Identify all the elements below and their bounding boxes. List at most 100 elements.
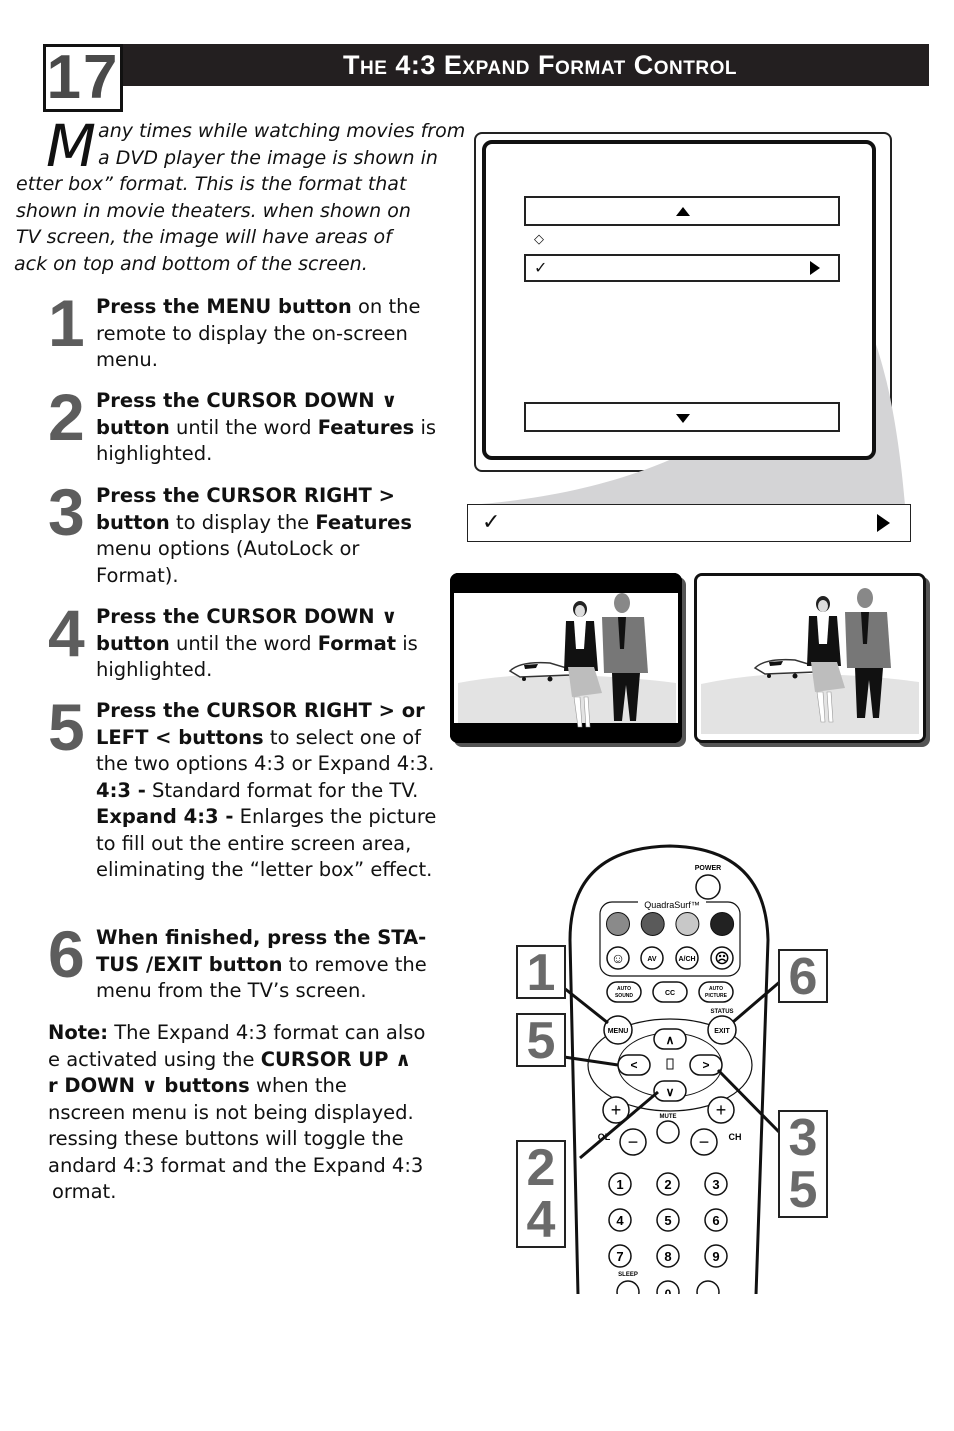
- step-body: until the word: [169, 631, 318, 655]
- step-number: 5: [48, 690, 85, 764]
- note-bold: r DOWN ∨: [48, 1074, 165, 1097]
- mute-button[interactable]: [656, 1120, 680, 1144]
- right-triangle-icon: [810, 261, 820, 275]
- auto-picture-label: PICTURE: [705, 993, 728, 999]
- minus-icon: −: [628, 1132, 639, 1152]
- quadrasurf-button-3[interactable]: [675, 912, 700, 936]
- step-1: 1 Press the MENU button on the remote to…: [48, 290, 448, 374]
- callout-step-1: 1: [516, 945, 566, 999]
- expanded-scene: [697, 576, 923, 740]
- digit-2-label: 2: [664, 1177, 671, 1192]
- plus-icon: +: [611, 1100, 622, 1120]
- note-label: Note:: [48, 1021, 109, 1044]
- minus-icon: −: [699, 1132, 710, 1152]
- step-body: until the word: [169, 415, 318, 439]
- step-bold: Features: [317, 415, 415, 439]
- menu-scroll-down-bar[interactable]: [524, 402, 840, 432]
- page-title: The 4:3 Expand Format Control: [343, 49, 737, 80]
- callout-steps-3-5: 3 5: [778, 1110, 828, 1218]
- intro-line: TV screen, the image will have areas of: [16, 226, 392, 248]
- step-text: Press the MENU button on the remote to d…: [96, 294, 448, 374]
- step-text: Press the CURSOR DOWN ∨ button until the…: [96, 604, 448, 684]
- diamond-icon: ◇: [534, 232, 544, 247]
- step-body: to display the: [169, 510, 316, 534]
- intro-line: etter box” format. This is the format th…: [16, 173, 407, 195]
- intro-line: any times while watching movies from: [98, 120, 466, 142]
- power-label: POWER: [695, 865, 721, 872]
- step-4: 4 Press the CURSOR DOWN ∨ button until t…: [48, 600, 448, 684]
- cc-label: CC: [665, 990, 675, 997]
- menu-selected-item[interactable]: ✓: [524, 254, 840, 282]
- auto-picture-button[interactable]: [698, 981, 734, 1003]
- step-text: Press the CURSOR RIGHT > button to displ…: [96, 483, 448, 589]
- page-title-bar: The 4:3 Expand Format Control: [121, 44, 929, 86]
- intro-line: a DVD player the image is shown in: [98, 146, 438, 169]
- note-bold: buttons: [164, 1074, 250, 1097]
- cursor-left-icon: <: [630, 1058, 637, 1072]
- digit-4-label: 4: [616, 1213, 624, 1228]
- step-text: When finished, press the STA-TUS /EXIT b…: [96, 925, 448, 1005]
- letterbox-scene: [450, 573, 682, 743]
- power-button[interactable]: [695, 874, 721, 900]
- step-text: Press the CURSOR RIGHT > or LEFT < butto…: [96, 698, 448, 884]
- ach-label: A/CH: [678, 956, 695, 963]
- step-number: 1: [48, 286, 85, 360]
- note-text: ormat.: [52, 1180, 117, 1203]
- note-text: ressing these buttons will toggle the: [48, 1127, 404, 1150]
- step-3: 3 Press the CURSOR RIGHT > button to dis…: [48, 479, 448, 589]
- up-triangle-icon: [676, 207, 690, 216]
- intro-line: ack on top and bottom of the screen.: [14, 252, 368, 275]
- digit-7-label: 7: [616, 1249, 623, 1264]
- step-bold: Format: [317, 631, 397, 655]
- ch-label: CH: [729, 1132, 742, 1142]
- auto-sound-label: SOUND: [615, 993, 633, 999]
- auto-sound-button[interactable]: [606, 981, 642, 1003]
- note: Note: The Expand 4:3 format can also e a…: [48, 1020, 448, 1206]
- letterbox-picture: [450, 573, 682, 743]
- note-bold: CURSOR UP ∧: [260, 1047, 412, 1071]
- digit-5-label: 5: [664, 1213, 671, 1228]
- exit-label: EXIT: [714, 1028, 730, 1035]
- callout-number: 2: [526, 1139, 556, 1197]
- digit-3-label: 3: [712, 1177, 719, 1192]
- page-number: 17: [43, 44, 123, 112]
- step-number: 6: [48, 917, 85, 991]
- step-2: 2 Press the CURSOR DOWN ∨ button until t…: [48, 384, 448, 468]
- note-text: nscreen menu is not being displayed.: [48, 1100, 414, 1124]
- definition-term: 4:3 -: [96, 778, 146, 802]
- tv-screen: ◇ ✓: [482, 140, 876, 460]
- status-label: STATUS: [710, 1009, 733, 1015]
- step-number: 4: [48, 596, 85, 670]
- quadrasurf-button-1[interactable]: [606, 912, 630, 936]
- quadrasurf-button-2[interactable]: [640, 912, 665, 936]
- cursor-up-icon: ∧: [666, 1033, 675, 1047]
- frown-icon: ☹: [715, 950, 730, 966]
- check-icon: ✓: [534, 258, 548, 277]
- intro-paragraph: M any times while watching movies from a…: [14, 117, 466, 277]
- step-5: 5 Press the CURSOR RIGHT > or LEFT < but…: [48, 694, 448, 884]
- menu-scroll-up-bar[interactable]: [524, 196, 840, 226]
- step-text: Press the CURSOR DOWN ∨ button until the…: [96, 388, 448, 468]
- expanded-menu-item[interactable]: ✓: [467, 504, 911, 542]
- note-text: when the: [249, 1074, 347, 1097]
- definition-term: Expand 4:3 -: [96, 805, 234, 828]
- callout-step-6: 6: [778, 949, 828, 1003]
- callout-number: 3: [788, 1109, 818, 1167]
- step-6: 6 When finished, press the STA-TUS /EXIT…: [48, 921, 448, 1005]
- callout-steps-2-4: 2 4: [516, 1140, 566, 1248]
- digit-9-label: 9: [712, 1249, 719, 1264]
- note-text: The Expand 4:3 format can also: [108, 1021, 426, 1044]
- callout-step-5: 5: [516, 1013, 566, 1067]
- quadrasurf-button-4[interactable]: [710, 912, 735, 936]
- right-triangle-icon: [877, 514, 890, 532]
- digit-1-label: 1: [616, 1177, 623, 1192]
- quadrasurf-label: QuadraSurf™: [644, 900, 700, 910]
- step-number: 3: [48, 475, 85, 549]
- menu-label: MENU: [608, 1028, 629, 1035]
- plus-icon: +: [716, 1100, 727, 1120]
- cursor-down-icon: ∨: [666, 1085, 675, 1099]
- auto-sound-label: AUTO: [617, 986, 631, 992]
- smiley-icon: ☺: [611, 950, 625, 966]
- expand-4-3-picture: [694, 573, 926, 743]
- sleep-label: SLEEP: [618, 1272, 638, 1278]
